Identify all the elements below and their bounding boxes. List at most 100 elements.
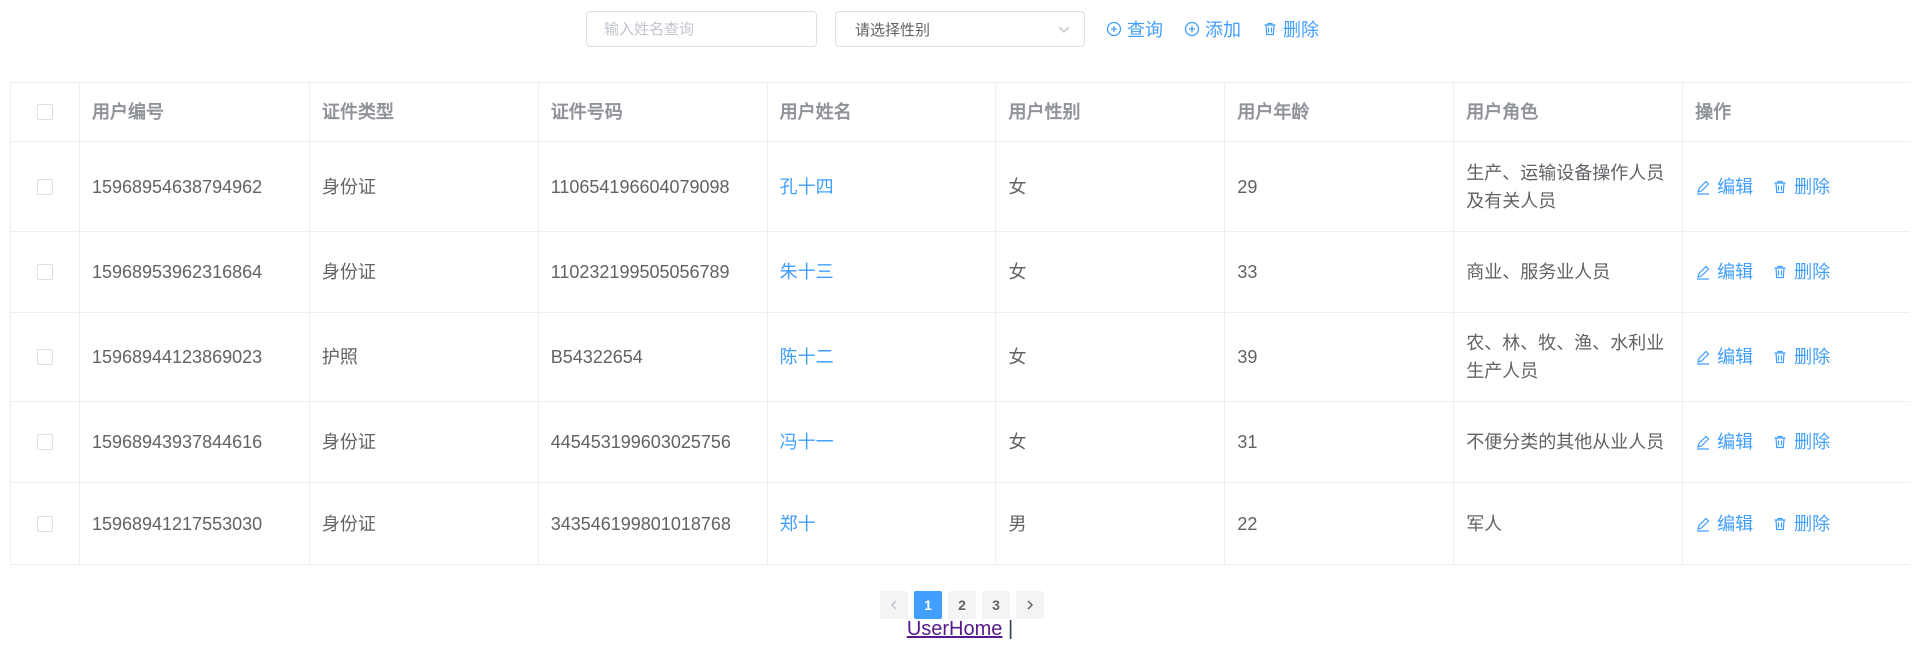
edit-button[interactable]: 编辑	[1695, 173, 1753, 201]
row-checkbox[interactable]	[36, 515, 53, 532]
name-search-input[interactable]	[602, 19, 801, 39]
trash-icon	[1774, 265, 1786, 279]
user-name-link[interactable]: 冯十一	[780, 428, 834, 456]
footer-nav: UserHome |	[0, 618, 1920, 641]
edit-button[interactable]: 编辑	[1695, 510, 1753, 538]
add-button[interactable]: 添加	[1184, 16, 1241, 42]
row-checkbox-cell	[11, 313, 80, 401]
query-button[interactable]: 查询	[1106, 16, 1163, 42]
role-text: 生产、运输设备操作人员及有关人员	[1466, 162, 1665, 211]
table-row: 15968943937844616 身份证 445453199603025756…	[11, 402, 1910, 483]
actions-cell: 编辑 删除	[1683, 402, 1910, 482]
delete-button-label: 删除	[1794, 262, 1831, 282]
gender-select-placeholder: 请选择性别	[855, 21, 931, 39]
user-home-link[interactable]: UserHome	[907, 618, 1003, 640]
row-checkbox[interactable]	[36, 178, 53, 195]
row-checkbox-cell	[11, 232, 80, 312]
role-cell: 不便分类的其他从业人员	[1454, 402, 1684, 482]
gender-cell: 女	[996, 313, 1226, 401]
user-name-cell: 孔十四	[768, 142, 997, 231]
user-table: 用户编号 证件类型 证件号码 用户姓名 用户性别 用户年龄 用户角色 操作 15…	[10, 82, 1910, 565]
table-header-row: 用户编号 证件类型 证件号码 用户姓名 用户性别 用户年龄 用户角色 操作	[11, 83, 1910, 142]
user-name-link[interactable]: 陈十二	[780, 343, 834, 371]
role-text: 军人	[1466, 513, 1503, 534]
edit-button[interactable]: 编辑	[1695, 428, 1753, 456]
delete-button[interactable]: 删除	[1772, 258, 1830, 286]
actions-cell: 编辑 删除	[1683, 142, 1910, 231]
user-id-cell: 15968943937844616	[80, 402, 310, 482]
role-cell: 农、林、牧、渔、水利业生产人员	[1454, 313, 1684, 401]
age-cell: 29	[1225, 142, 1455, 231]
user-name-link[interactable]: 孔十四	[780, 173, 834, 201]
id-number-cell: 445453199603025756	[539, 402, 768, 482]
role-text: 农、林、牧、渔、水利业生产人员	[1466, 333, 1665, 381]
page-number-1[interactable]: 1	[914, 591, 942, 619]
chevron-right-icon	[1027, 600, 1034, 610]
row-checkbox-cell	[11, 142, 80, 231]
edit-icon	[1697, 180, 1710, 195]
circle-plus-icon	[1184, 21, 1200, 37]
id-number-cell: B54322654	[539, 313, 768, 401]
delete-button[interactable]: 删除	[1772, 343, 1830, 371]
column-header: 操作	[1695, 102, 1732, 122]
actions-cell: 编辑 删除	[1683, 483, 1910, 564]
edit-icon	[1697, 435, 1710, 450]
user-id-cell: 15968953962316864	[80, 232, 310, 312]
id-number-cell: 110654196604079098	[539, 142, 768, 231]
column-header: 用户年龄	[1225, 83, 1455, 141]
delete-button[interactable]: 删除	[1772, 510, 1830, 538]
actions-cell: 编辑 删除	[1683, 313, 1910, 401]
edit-button-label: 编辑	[1717, 513, 1754, 534]
batch-delete-button[interactable]: 删除	[1262, 16, 1319, 42]
user-name-cell: 陈十二	[768, 313, 997, 401]
delete-button-label: 删除	[1794, 432, 1831, 452]
column-header: 证件类型	[310, 83, 539, 141]
user-id-cell: 15968954638794962	[80, 142, 310, 231]
next-page-button[interactable]	[1016, 591, 1044, 619]
id-number-cell: 343546199801018768	[539, 483, 768, 564]
trash-icon	[1774, 180, 1786, 193]
gender-cell: 男	[996, 483, 1226, 564]
user-name-link[interactable]: 郑十	[780, 510, 816, 538]
gender-select[interactable]: 请选择性别	[835, 11, 1085, 47]
row-checkbox-cell	[11, 402, 80, 482]
edit-button-label: 编辑	[1717, 432, 1754, 452]
add-button-label: 添加	[1205, 20, 1241, 40]
row-checkbox[interactable]	[36, 434, 53, 450]
user-name-cell: 郑十	[768, 483, 997, 564]
page-number-2[interactable]: 2	[948, 591, 976, 619]
chevron-left-icon	[890, 600, 897, 610]
query-button-label: 查询	[1127, 20, 1163, 40]
edit-button-label: 编辑	[1717, 347, 1754, 367]
delete-button[interactable]: 删除	[1772, 428, 1830, 456]
delete-button-label: 删除	[1794, 347, 1831, 367]
id-type-cell: 身份证	[310, 402, 539, 482]
edit-button[interactable]: 编辑	[1695, 343, 1753, 371]
age-cell: 39	[1225, 313, 1455, 401]
user-name-link[interactable]: 朱十三	[780, 258, 834, 286]
name-search-field-wrapper	[586, 11, 817, 47]
chevron-down-icon	[1058, 26, 1070, 34]
id-type-cell: 身份证	[310, 142, 539, 231]
edit-button-label: 编辑	[1717, 262, 1754, 282]
select-all-checkbox[interactable]	[36, 104, 53, 120]
table-row: 15968941217553030 身份证 343546199801018768…	[11, 483, 1910, 565]
search-toolbar: 请选择性别 查询 添加 删除	[586, 11, 1319, 47]
user-id-cell: 15968941217553030	[80, 483, 310, 564]
page-number-3[interactable]: 3	[982, 591, 1010, 619]
table-row: 15968953962316864 身份证 110232199505056789…	[11, 232, 1910, 313]
gender-cell: 女	[996, 232, 1226, 312]
row-checkbox-cell	[11, 483, 80, 564]
delete-button[interactable]: 删除	[1772, 173, 1830, 201]
prev-page-button[interactable]	[880, 591, 908, 619]
delete-button-label: 删除	[1794, 513, 1831, 534]
id-number-cell: 110232199505056789	[539, 232, 768, 312]
circle-plus-icon	[1106, 21, 1122, 37]
edit-icon	[1697, 350, 1710, 365]
gender-cell: 女	[996, 142, 1226, 231]
column-header: 用户角色	[1454, 83, 1684, 141]
row-checkbox[interactable]	[36, 264, 53, 280]
edit-button[interactable]: 编辑	[1695, 258, 1753, 286]
role-text: 商业、服务业人员	[1466, 262, 1611, 282]
row-checkbox[interactable]	[36, 349, 53, 365]
